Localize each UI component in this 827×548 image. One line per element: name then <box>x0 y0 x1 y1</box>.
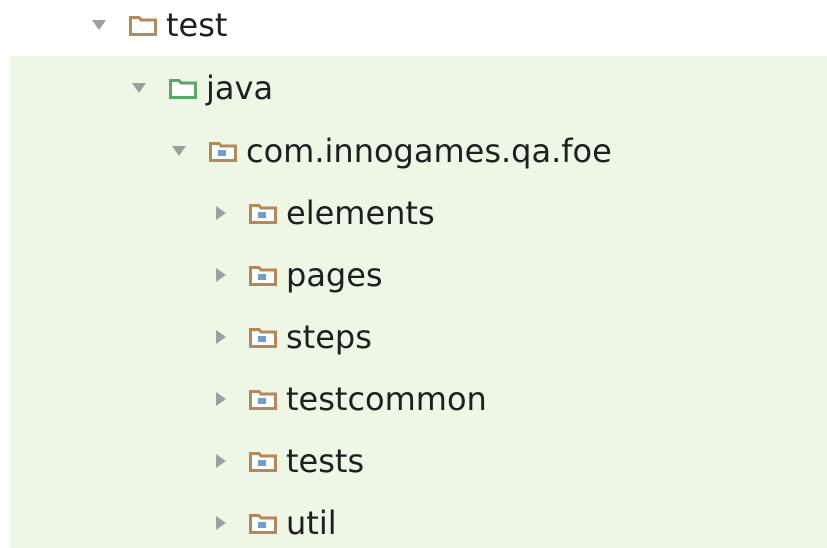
node-label: tests <box>286 442 365 480</box>
tree-node-test[interactable]: test <box>0 0 827 56</box>
node-label: testcommon <box>286 380 487 418</box>
tree-node-steps[interactable]: steps <box>0 306 827 368</box>
node-label: steps <box>286 318 372 356</box>
expand-arrow-right-icon[interactable] <box>212 430 230 492</box>
expand-arrow-right-icon[interactable] <box>212 368 230 430</box>
package-icon <box>248 430 278 492</box>
expand-arrow-down-icon[interactable] <box>130 57 148 119</box>
package-icon <box>208 120 238 182</box>
tree-node-package-root[interactable]: com.innogames.qa.foe <box>0 120 827 182</box>
expand-arrow-right-icon[interactable] <box>212 244 230 306</box>
tree-node-util[interactable]: util <box>0 492 827 548</box>
expand-arrow-right-icon[interactable] <box>212 182 230 244</box>
package-icon <box>248 368 278 430</box>
expand-arrow-down-icon[interactable] <box>90 0 108 56</box>
expand-arrow-down-icon[interactable] <box>170 120 188 182</box>
node-label: test <box>166 6 228 44</box>
node-label: com.innogames.qa.foe <box>246 132 612 170</box>
node-label: pages <box>286 256 383 294</box>
expand-arrow-right-icon[interactable] <box>212 492 230 548</box>
tree-node-testcommon[interactable]: testcommon <box>0 368 827 430</box>
tree-node-pages[interactable]: pages <box>0 244 827 306</box>
tree-node-elements[interactable]: elements <box>0 182 827 244</box>
node-label: java <box>206 69 274 107</box>
project-tree: test java com.innogames.qa.foe elements … <box>0 0 827 548</box>
package-icon <box>248 182 278 244</box>
node-label: elements <box>286 194 435 232</box>
package-icon <box>248 306 278 368</box>
source-root-folder-icon <box>168 57 198 119</box>
tree-node-java[interactable]: java <box>0 57 827 119</box>
tree-node-tests[interactable]: tests <box>0 430 827 492</box>
package-icon <box>248 492 278 548</box>
node-label: util <box>286 504 337 542</box>
expand-arrow-right-icon[interactable] <box>212 306 230 368</box>
folder-icon <box>128 0 158 56</box>
package-icon <box>248 244 278 306</box>
